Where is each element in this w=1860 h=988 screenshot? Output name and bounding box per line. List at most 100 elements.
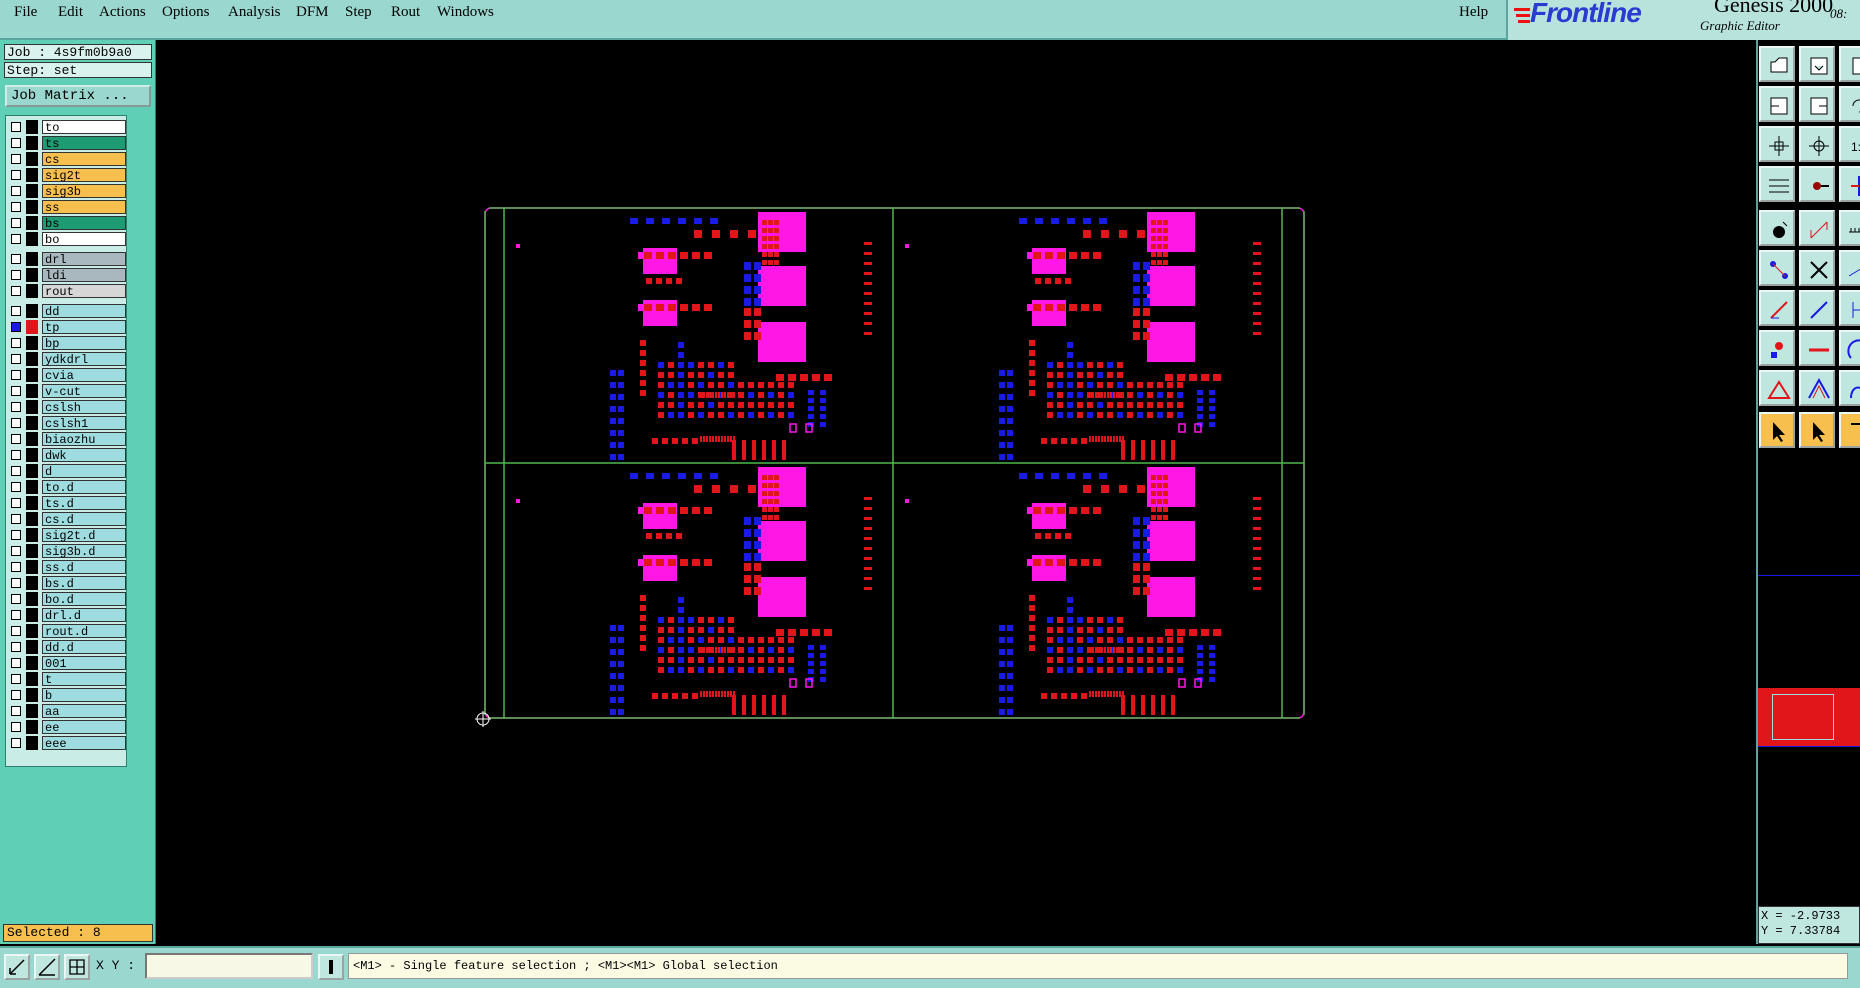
layer-checkbox[interactable] [11,450,21,460]
layer-name[interactable]: tp [42,320,126,335]
layer-color-swatch[interactable] [26,608,38,622]
layer-checkbox[interactable] [11,386,21,396]
tool-button-open-right[interactable] [1799,86,1835,122]
layer-row-001[interactable]: 001 [8,656,126,671]
layer-checkbox[interactable] [11,306,21,316]
layer-color-swatch[interactable] [26,184,38,198]
layer-name[interactable]: biaozhu [42,432,126,447]
layer-color-swatch[interactable] [26,592,38,606]
layer-color-swatch[interactable] [26,252,38,266]
layer-checkbox[interactable] [11,170,21,180]
layer-color-swatch[interactable] [26,320,38,334]
layer-name[interactable]: cslsh [42,400,126,415]
layer-checkbox[interactable] [11,254,21,264]
tool-button-net[interactable] [1759,250,1795,286]
layer-color-swatch[interactable] [26,560,38,574]
layer-row-to[interactable]: to [8,120,126,135]
layer-checkbox[interactable] [11,482,21,492]
grid-button[interactable] [64,954,90,980]
layer-color-swatch[interactable] [26,640,38,654]
layer-checkbox[interactable] [11,354,21,364]
layer-checkbox[interactable] [11,370,21,380]
layer-color-swatch[interactable] [26,720,38,734]
menu-help[interactable]: Help [1459,4,1488,21]
layer-color-swatch[interactable] [26,512,38,526]
layer-checkbox[interactable] [11,498,21,508]
layer-color-swatch[interactable] [26,384,38,398]
layer-color-swatch[interactable] [26,704,38,718]
layer-color-swatch[interactable] [26,480,38,494]
layer-row-b[interactable]: b [8,688,126,703]
layer-checkbox[interactable] [11,610,21,620]
layer-color-swatch[interactable] [26,352,38,366]
tool-button-polygon[interactable] [1799,370,1835,406]
layer-checkbox[interactable] [11,338,21,348]
xy-input[interactable] [145,953,313,979]
layer-name[interactable]: to [42,120,126,135]
layer-name[interactable]: bp [42,336,126,351]
layer-name[interactable]: ldi [42,268,126,283]
layer-name[interactable]: bs [42,216,126,231]
tool-button-point[interactable] [1759,330,1795,366]
layer-row-to-d[interactable]: to.d [8,480,126,495]
layer-name[interactable]: ts [42,136,126,151]
layer-color-swatch[interactable] [26,368,38,382]
layer-name[interactable]: drl [42,252,126,267]
layer-checkbox[interactable] [11,658,21,668]
layer-name[interactable]: to.d [42,480,126,495]
menu-options[interactable]: Options [162,4,210,21]
layer-color-swatch[interactable] [26,416,38,430]
layer-color-swatch[interactable] [26,736,38,750]
layer-row-bo[interactable]: bo [8,232,126,247]
layer-name[interactable]: ydkdrl [42,352,126,367]
layer-checkbox[interactable] [11,690,21,700]
layer-row-ts[interactable]: ts [8,136,126,151]
layer-name[interactable]: sig3b.d [42,544,126,559]
tool-button-cross[interactable] [1799,250,1835,286]
tool-button-pen[interactable] [1799,166,1835,202]
layer-checkbox[interactable] [11,218,21,228]
tool-button-open-left[interactable] [1759,86,1795,122]
tool-button-copy[interactable] [1839,46,1860,82]
layer-row-bp[interactable]: bp [8,336,126,351]
layer-name[interactable]: dd.d [42,640,126,655]
layer-checkbox[interactable] [11,594,21,604]
layer-row-bs[interactable]: bs [8,216,126,231]
layer-row-ee[interactable]: ee [8,720,126,735]
layer-row-rout[interactable]: rout [8,284,126,299]
tool-button-triangle[interactable] [1759,370,1795,406]
layer-row-sig2t-d[interactable]: sig2t.d [8,528,126,543]
layer-name[interactable]: t [42,672,126,687]
layer-color-swatch[interactable] [26,432,38,446]
menu-actions[interactable]: Actions [99,4,146,21]
layer-name[interactable]: eee [42,736,126,751]
layer-checkbox[interactable] [11,234,21,244]
tool-button-route[interactable] [1839,290,1860,326]
tool-button-curve[interactable] [1839,370,1860,406]
layer-checkbox[interactable] [11,674,21,684]
layer-name[interactable]: ee [42,720,126,735]
layer-color-swatch[interactable] [26,528,38,542]
tool-button-lasso[interactable] [1839,412,1860,448]
tool-button-save[interactable] [1799,46,1835,82]
layer-row-d[interactable]: d [8,464,126,479]
layer-row-dd[interactable]: dd [8,304,126,319]
layer-row-sig3b[interactable]: sig3b [8,184,126,199]
layer-checkbox[interactable] [11,402,21,412]
layer-row-ts-d[interactable]: ts.d [8,496,126,511]
tool-button-draw-line[interactable] [1759,290,1795,326]
layer-color-swatch[interactable] [26,216,38,230]
layer-checkbox[interactable] [11,562,21,572]
layer-checkbox[interactable] [11,202,21,212]
layer-name[interactable]: v-cut [42,384,126,399]
layer-row-cs[interactable]: cs [8,152,126,167]
layer-color-swatch[interactable] [26,136,38,150]
layer-checkbox[interactable] [11,270,21,280]
layer-color-swatch[interactable] [26,168,38,182]
layer-color-swatch[interactable] [26,336,38,350]
tool-button-measure[interactable] [1759,166,1795,202]
layer-row-cvia[interactable]: cvia [8,368,126,383]
tool-button-one-to-one[interactable]: 1: [1839,126,1860,162]
layer-color-swatch[interactable] [26,672,38,686]
layer-checkbox[interactable] [11,514,21,524]
